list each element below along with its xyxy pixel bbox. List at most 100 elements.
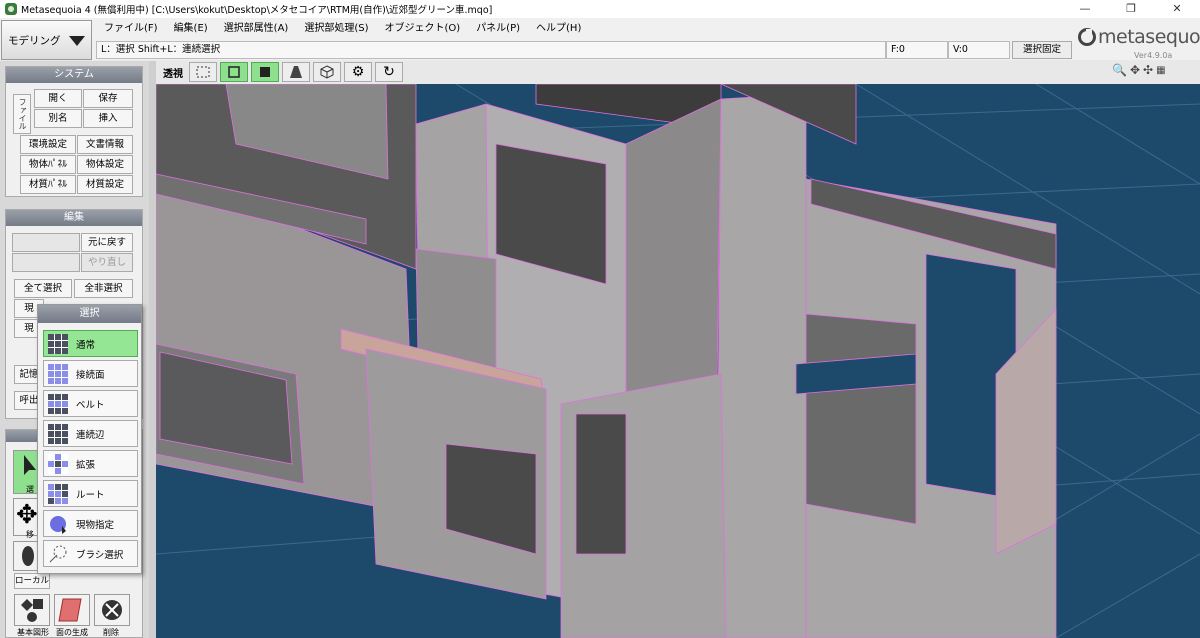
belt-icon [48, 393, 68, 414]
select-connected-face[interactable]: 接続面 [43, 360, 138, 387]
menu-edit[interactable]: 編集(E) [166, 20, 216, 38]
object-settings-button[interactable]: 物体設定 [77, 155, 133, 174]
select-normal-label: 通常 [76, 339, 96, 351]
mode-dropdown[interactable]: モデリング [1, 20, 92, 60]
scene-drawing [156, 84, 1200, 638]
view-toolbar: 透視 ⚙ ↻ [155, 61, 1200, 83]
status-hint: L：選択 Shift+L：連続選択 [96, 41, 886, 59]
perspective-label: 透視 [163, 68, 183, 80]
cube-icon [320, 65, 334, 79]
view-reset-button[interactable]: ↻ [375, 62, 403, 82]
3d-viewport[interactable] [156, 84, 1200, 638]
select-all-button[interactable]: 全て選択 [14, 279, 72, 298]
logo: metasequoia4 [1078, 26, 1200, 48]
solid-rect-icon [260, 67, 270, 77]
object-select-icon [50, 515, 66, 534]
close-button[interactable]: ✕ [1154, 0, 1200, 18]
face-create-icon [58, 598, 82, 622]
view-wire-button[interactable] [220, 62, 248, 82]
grid-select-icon [48, 333, 68, 354]
select-brush[interactable]: ブラシ選択 [43, 540, 138, 567]
title-bar: Metasequoia 4 (無償利用中) [C:\Users\kokut\De… [0, 0, 1200, 18]
continuous-edge-icon [48, 423, 68, 444]
zoom-icon[interactable]: 🔍 [1112, 63, 1127, 77]
connected-face-icon [48, 363, 68, 384]
window-title: Metasequoia 4 (無償利用中) [C:\Users\kokut\De… [21, 5, 493, 16]
expand-icon [48, 453, 68, 474]
view-persp-button[interactable] [282, 62, 310, 82]
save-as-button[interactable]: 別名 [34, 109, 82, 128]
delete-icon [102, 600, 122, 620]
local-button[interactable]: ローカル [14, 573, 50, 589]
select-belt[interactable]: ベルト [43, 390, 138, 417]
doc-info-button[interactable]: 文書情報 [77, 135, 133, 154]
select-continuous-edge-label: 連続辺 [76, 429, 105, 441]
brush-select-icon [49, 545, 67, 562]
edit-header: 編集 [6, 210, 142, 226]
select-expand[interactable]: 拡張 [43, 450, 138, 477]
face-create-label: 面の生成 [56, 628, 88, 637]
open-button[interactable]: 開く [34, 89, 82, 108]
menu-help[interactable]: ヘルプ(H) [528, 20, 589, 38]
primitives-icon [21, 599, 43, 622]
view-solid-button[interactable] [251, 62, 279, 82]
fix-selection-button[interactable]: 選択固定 [1012, 41, 1072, 59]
select-continuous-edge[interactable]: 連続辺 [43, 420, 138, 447]
undo-button[interactable]: 元に戻す [81, 233, 133, 252]
menu-selection-attr[interactable]: 選択部属性(A) [216, 20, 297, 38]
logo-word: metasequoia4 [1098, 26, 1200, 48]
redo-blank [12, 253, 80, 272]
move-icon: ✥ [16, 500, 38, 530]
perspective-icon [290, 66, 302, 78]
select-belt-label: ベルト [76, 399, 105, 411]
basic-shapes-button[interactable] [14, 594, 50, 626]
dotted-rect-icon [196, 66, 210, 78]
face-count: F:0 [886, 41, 948, 59]
menu-file[interactable]: ファイル(F) [96, 20, 166, 38]
panel-scrollbar[interactable] [149, 61, 156, 638]
minimize-button[interactable]: — [1062, 0, 1108, 18]
rotate-view-icon[interactable]: ✣ [1143, 63, 1153, 77]
menu-selection-proc[interactable]: 選択部処理(S) [296, 20, 376, 38]
grid-icon[interactable]: ▦ [1156, 65, 1165, 76]
select-route[interactable]: ルート [43, 480, 138, 507]
insert-button[interactable]: 挿入 [83, 109, 133, 128]
rotate-icon: ↻ [383, 64, 395, 80]
env-settings-button[interactable]: 環境設定 [20, 135, 76, 154]
redo-button[interactable]: やり直し [81, 253, 133, 272]
object-panel-button[interactable]: 物体ﾊﾟﾈﾙ [20, 155, 76, 174]
view-settings-button[interactable]: ⚙ [344, 62, 372, 82]
face-create-button[interactable] [54, 594, 90, 626]
system-header: システム [6, 67, 142, 83]
select-object-label: 現物指定 [76, 519, 115, 531]
select-object[interactable]: 現物指定 [43, 510, 138, 537]
select-brush-label: ブラシ選択 [76, 549, 124, 561]
menu-bar: ファイル(F) 編集(E) 選択部属性(A) 選択部処理(S) オブジェクト(O… [96, 20, 589, 38]
material-settings-button[interactable]: 材質設定 [77, 175, 133, 194]
dropdown-arrow-icon [69, 36, 85, 46]
view-cube-button[interactable] [313, 62, 341, 82]
material-panel-button[interactable]: 材質ﾊﾟﾈﾙ [20, 175, 76, 194]
select-connected-face-label: 接続面 [76, 369, 105, 381]
menu-object[interactable]: オブジェクト(O) [377, 20, 469, 38]
logo-mark-icon [1078, 28, 1096, 46]
undo-blank [12, 233, 80, 252]
save-button[interactable]: 保存 [83, 89, 133, 108]
select-route-label: ルート [76, 489, 105, 501]
select-tool-label: 選 [26, 485, 34, 494]
route-icon [48, 483, 68, 504]
maximize-button[interactable]: ❐ [1108, 0, 1154, 18]
delete-label: 削除 [103, 628, 119, 637]
deselect-all-button[interactable]: 全非選択 [74, 279, 133, 298]
mode-label: モデリング [8, 34, 61, 47]
model-wireframe [156, 84, 1057, 638]
menu-panel[interactable]: パネル(P) [468, 20, 528, 38]
pan-icon[interactable]: ✥ [1130, 63, 1140, 77]
select-normal[interactable]: 通常 [43, 330, 138, 357]
select-mode-popup: 選択 通常 接続面 ベルト 連続辺 拡張 ルート 現物指定 ブラシ選択 [37, 304, 142, 574]
view-rect-button[interactable] [189, 62, 217, 82]
select-popup-header: 選択 [38, 305, 141, 323]
gear-icon: ⚙ [351, 64, 365, 80]
delete-button[interactable] [94, 594, 130, 626]
file-label: ファイル [13, 94, 31, 134]
